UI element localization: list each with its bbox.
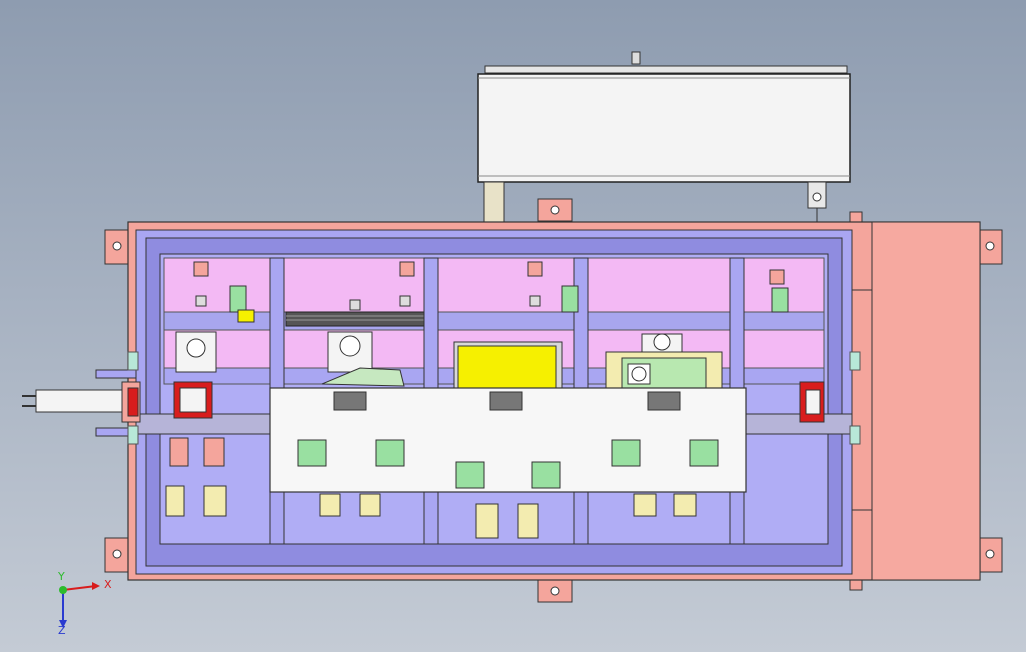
right-red-bracket	[799, 381, 825, 423]
red-holder	[173, 381, 213, 419]
left-cylinder	[22, 369, 141, 437]
yellow-block	[453, 341, 563, 389]
cad-drawing: X Y Z	[22, 51, 1003, 637]
fan-module	[605, 351, 723, 389]
axis-label-y: Y	[57, 570, 65, 583]
axis-label-x: X	[104, 578, 112, 591]
top-housing	[477, 51, 851, 233]
coordinate-triad	[59, 582, 100, 628]
axis-label-z: Z	[58, 624, 66, 637]
mounting-plate	[269, 387, 747, 493]
